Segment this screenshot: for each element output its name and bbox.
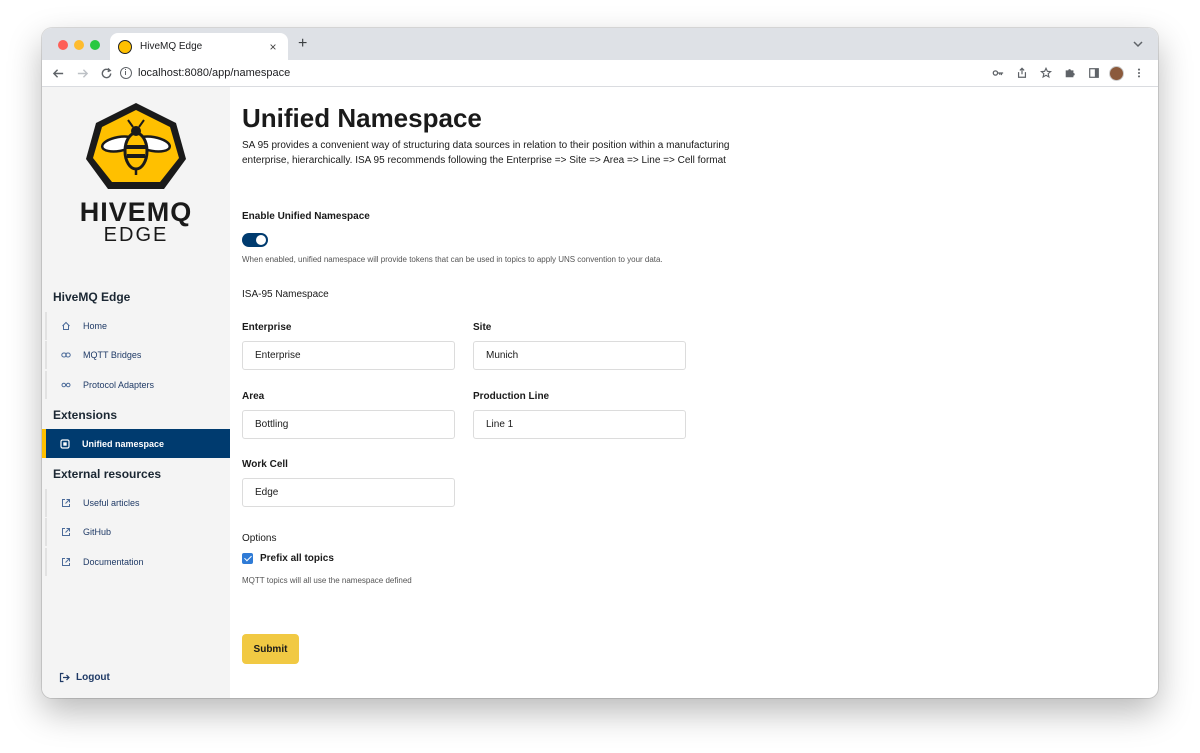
prefix-topics-label: Prefix all topics: [260, 553, 334, 564]
external-link-icon: [61, 498, 71, 508]
prefix-topics-row[interactable]: Prefix all topics: [242, 553, 334, 564]
sidebar-item-home[interactable]: Home: [45, 312, 230, 340]
link-icon: [61, 350, 71, 360]
page-description: SA 95 provides a convenient way of struc…: [242, 140, 730, 166]
home-icon: [61, 321, 71, 331]
toolbar-actions: [989, 64, 1158, 82]
enable-uns-helper: When enabled, unified namespace will pro…: [242, 255, 663, 264]
new-tab-button[interactable]: +: [298, 35, 307, 53]
enterprise-field[interactable]: [242, 341, 455, 370]
profile-avatar[interactable]: [1109, 65, 1124, 81]
enable-uns-toggle[interactable]: [242, 233, 268, 247]
forward-arrow-icon[interactable]: [70, 61, 94, 85]
main-content: Unified Namespace SA 95 provides a conve…: [230, 87, 1158, 698]
enable-uns-label: Enable Unified Namespace: [242, 211, 370, 222]
browser-toolbar: localhost:8080/app/namespace: [42, 60, 1158, 87]
logo-subtitle: EDGE: [103, 224, 169, 246]
sidebar: HIVEMQ EDGE HiveMQ Edge Home MQTT Bridge…: [42, 87, 230, 698]
page-title: Unified Namespace: [242, 103, 482, 133]
sidebar-item-github[interactable]: GitHub: [45, 518, 230, 546]
area-label: Area: [242, 391, 265, 402]
section-title-external-resources: External resources: [53, 467, 162, 481]
namespace-icon: [60, 438, 70, 449]
prefix-topics-checkbox[interactable]: [242, 553, 253, 564]
logout-button[interactable]: Logout: [59, 672, 110, 683]
extensions-puzzle-icon[interactable]: [1061, 64, 1079, 82]
namespace-heading: ISA-95 Namespace: [242, 289, 329, 300]
sidebar-item-label: Useful articles: [83, 498, 140, 508]
sidebar-item-label: Protocol Adapters: [83, 380, 155, 390]
sidebar-item-documentation[interactable]: Documentation: [45, 548, 230, 576]
sidebar-item-label: Documentation: [83, 557, 144, 567]
production-line-label: Production Line: [473, 391, 550, 402]
share-icon[interactable]: [1013, 64, 1031, 82]
app-root: HIVEMQ EDGE HiveMQ Edge Home MQTT Bridge…: [42, 87, 1158, 698]
options-heading: Options: [242, 533, 277, 544]
prefix-topics-helper: MQTT topics will all use the namespace d…: [242, 576, 412, 585]
site-info-icon[interactable]: [120, 67, 132, 79]
sidebar-item-label: Unified namespace: [82, 438, 165, 449]
reload-icon[interactable]: [94, 61, 118, 85]
browser-window: HiveMQ Edge × + localhost:8080/app/names…: [42, 28, 1158, 698]
site-field[interactable]: [473, 341, 686, 370]
work-cell-label: Work Cell: [242, 459, 288, 470]
kebab-menu-icon[interactable]: [1130, 64, 1148, 82]
browser-tab[interactable]: HiveMQ Edge ×: [110, 33, 288, 60]
external-link-icon: [61, 557, 71, 567]
key-icon[interactable]: [989, 64, 1007, 82]
sidebar-item-label: GitHub: [83, 527, 112, 537]
production-line-field[interactable]: [473, 410, 686, 439]
enterprise-label: Enterprise: [242, 322, 292, 333]
close-window-button[interactable]: [58, 40, 68, 50]
section-title-hivemq-edge: HiveMQ Edge: [53, 290, 131, 304]
bookmark-star-icon[interactable]: [1037, 64, 1055, 82]
tab-close-icon[interactable]: ×: [266, 40, 280, 54]
sidebar-item-protocol-adapters[interactable]: Protocol Adapters: [45, 371, 230, 399]
back-arrow-icon[interactable]: [46, 61, 70, 85]
tab-strip: HiveMQ Edge × +: [42, 28, 1158, 60]
submit-button[interactable]: Submit: [242, 634, 299, 664]
external-link-icon: [61, 527, 71, 537]
maximize-window-button[interactable]: [90, 40, 100, 50]
chevron-down-icon[interactable]: [1132, 37, 1146, 51]
sidebar-item-unified-namespace[interactable]: Unified namespace: [42, 429, 230, 458]
logout-icon: [59, 672, 70, 683]
area-field[interactable]: [242, 410, 455, 439]
work-cell-field[interactable]: [242, 478, 455, 507]
logout-label: Logout: [76, 672, 110, 683]
sidebar-item-label: Home: [83, 321, 108, 331]
address-bar[interactable]: localhost:8080/app/namespace: [120, 62, 989, 84]
minimize-window-button[interactable]: [74, 40, 84, 50]
side-panel-icon[interactable]: [1085, 64, 1103, 82]
url-text: localhost:8080/app/namespace: [138, 67, 291, 79]
sidebar-item-label: MQTT Bridges: [83, 350, 142, 360]
section-title-extensions: Extensions: [53, 408, 118, 422]
sidebar-item-useful-articles[interactable]: Useful articles: [45, 489, 230, 517]
adapter-icon: [61, 380, 71, 390]
hivemq-favicon-icon: [118, 39, 132, 54]
site-label: Site: [473, 322, 492, 333]
tab-title: HiveMQ Edge: [140, 41, 203, 52]
sidebar-item-mqtt-bridges[interactable]: MQTT Bridges: [45, 341, 230, 369]
